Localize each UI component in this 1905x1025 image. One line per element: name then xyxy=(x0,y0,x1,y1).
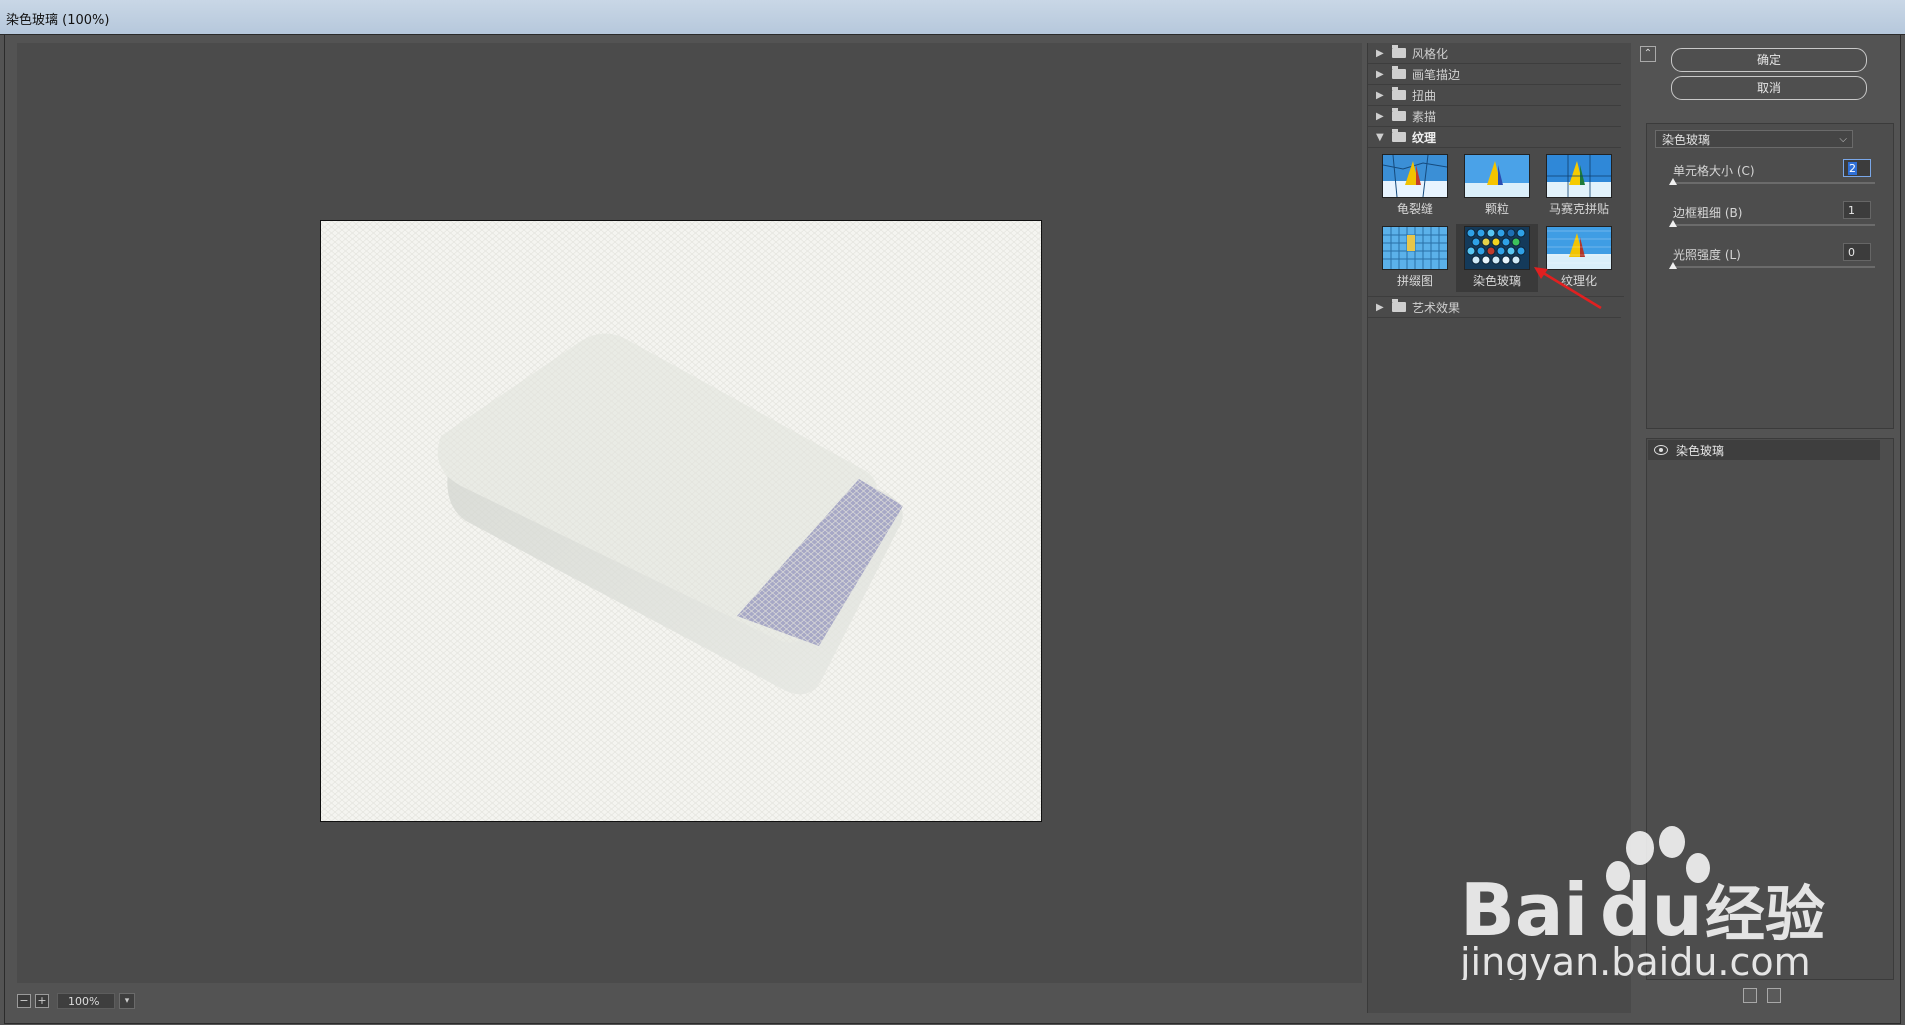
folder-label: 风格化 xyxy=(1412,46,1449,61)
folder-icon xyxy=(1392,299,1406,312)
thumb-label: 拼缀图 xyxy=(1396,274,1433,288)
folder-label: 画笔描边 xyxy=(1412,67,1461,82)
triangle-right-icon: ▶ xyxy=(1376,110,1384,122)
zoom-bar: − + 100% ▾ xyxy=(17,991,252,1011)
triangle-down-icon: ▼ xyxy=(1376,131,1384,143)
thumb-mosaic-tiles[interactable]: 马赛克拼贴 xyxy=(1538,152,1620,220)
window-title: 染色玻璃 (100%) xyxy=(6,13,110,28)
param-label: 边框粗细 (B) xyxy=(1673,206,1743,220)
folder-brush-strokes[interactable]: ▶ 画笔描边 xyxy=(1368,64,1621,85)
zoom-out-button[interactable]: − xyxy=(17,994,31,1008)
zoom-in-button[interactable]: + xyxy=(35,994,49,1008)
craquelure-preview-icon xyxy=(1382,154,1448,198)
cancel-button[interactable]: 取消 xyxy=(1671,76,1867,100)
folder-open-icon xyxy=(1392,129,1406,142)
filter-select-value: 染色玻璃 xyxy=(1662,133,1711,147)
zoom-level[interactable]: 100% xyxy=(57,993,115,1009)
collapse-gallery-icon[interactable]: ⌃ xyxy=(1640,46,1656,62)
cell-size-input[interactable]: 2 xyxy=(1843,159,1871,177)
filter-settings: 染色玻璃 ⌵ 单元格大小 (C) 2 边框粗细 (B) 1 光照强度 (L) 0 xyxy=(1646,123,1894,429)
layer-buttons xyxy=(1743,988,1781,1003)
folder-label: 纹理 xyxy=(1412,130,1437,145)
param-label: 光照强度 (L) xyxy=(1673,248,1741,262)
chevron-down-icon: ⌵ xyxy=(1839,134,1847,145)
slider-handle[interactable] xyxy=(1669,178,1677,185)
ok-button[interactable]: 确定 xyxy=(1671,48,1867,72)
triangle-right-icon: ▶ xyxy=(1376,47,1384,59)
thumb-label: 染色玻璃 xyxy=(1472,274,1521,288)
thumb-patchwork[interactable]: 拼缀图 xyxy=(1374,224,1456,292)
folder-label: 艺术效果 xyxy=(1412,300,1461,315)
folder-label: 素描 xyxy=(1412,109,1437,124)
svg-text:jingyan.baidu.com: jingyan.baidu.com xyxy=(1460,940,1811,980)
thumb-grain[interactable]: 颗粒 xyxy=(1456,152,1538,220)
triangle-right-icon: ▶ xyxy=(1376,68,1384,80)
thumb-label: 马赛克拼贴 xyxy=(1548,202,1609,216)
slider-track[interactable] xyxy=(1673,182,1875,184)
effect-layer-row[interactable]: 染色玻璃 xyxy=(1648,440,1880,460)
folder-icon xyxy=(1392,45,1406,58)
baidu-jingyan-watermark: Bai du 经验 jingyan.baidu.com xyxy=(1460,826,1825,980)
folder-distort[interactable]: ▶ 扭曲 xyxy=(1368,85,1621,106)
chevron-down-icon[interactable]: ▾ xyxy=(119,993,135,1009)
preview-image xyxy=(320,220,1042,822)
border-thickness-input[interactable]: 1 xyxy=(1843,201,1871,219)
thumb-label: 颗粒 xyxy=(1484,202,1509,216)
preview-area[interactable] xyxy=(17,43,1362,983)
slider-handle[interactable] xyxy=(1669,262,1677,269)
folder-texture[interactable]: ▼ 纹理 xyxy=(1368,127,1621,148)
slider-handle[interactable] xyxy=(1669,220,1677,227)
mosaic-tiles-preview-icon xyxy=(1546,154,1612,198)
folder-sketch[interactable]: ▶ 素描 xyxy=(1368,106,1621,127)
new-effect-layer-icon[interactable] xyxy=(1743,988,1757,1003)
triangle-right-icon: ▶ xyxy=(1376,301,1384,313)
param-label: 单元格大小 (C) xyxy=(1673,164,1755,178)
thumb-label: 龟裂缝 xyxy=(1396,202,1433,216)
folder-label: 扭曲 xyxy=(1412,88,1437,103)
folder-stylize[interactable]: ▶ 风格化 xyxy=(1368,43,1621,64)
folder-icon xyxy=(1392,108,1406,121)
stained-glass-preview-icon xyxy=(1464,226,1530,270)
annotation-arrow-icon xyxy=(1534,267,1602,310)
trash-icon[interactable] xyxy=(1767,988,1781,1003)
slider-track[interactable] xyxy=(1673,266,1875,268)
patchwork-preview-icon xyxy=(1382,226,1448,270)
folder-icon xyxy=(1392,87,1406,100)
thumb-craquelure[interactable]: 龟裂缝 xyxy=(1374,152,1456,220)
grain-preview-icon xyxy=(1464,154,1530,198)
slider-track[interactable] xyxy=(1673,224,1875,226)
light-intensity-input[interactable]: 0 xyxy=(1843,243,1871,261)
folder-icon xyxy=(1392,66,1406,79)
eye-icon[interactable] xyxy=(1654,445,1668,455)
triangle-right-icon: ▶ xyxy=(1376,89,1384,101)
window-titlebar: 染色玻璃 (100%) xyxy=(0,0,1905,35)
filter-select[interactable]: 染色玻璃 ⌵ xyxy=(1655,130,1853,148)
effect-layer-name: 染色玻璃 xyxy=(1676,443,1725,458)
